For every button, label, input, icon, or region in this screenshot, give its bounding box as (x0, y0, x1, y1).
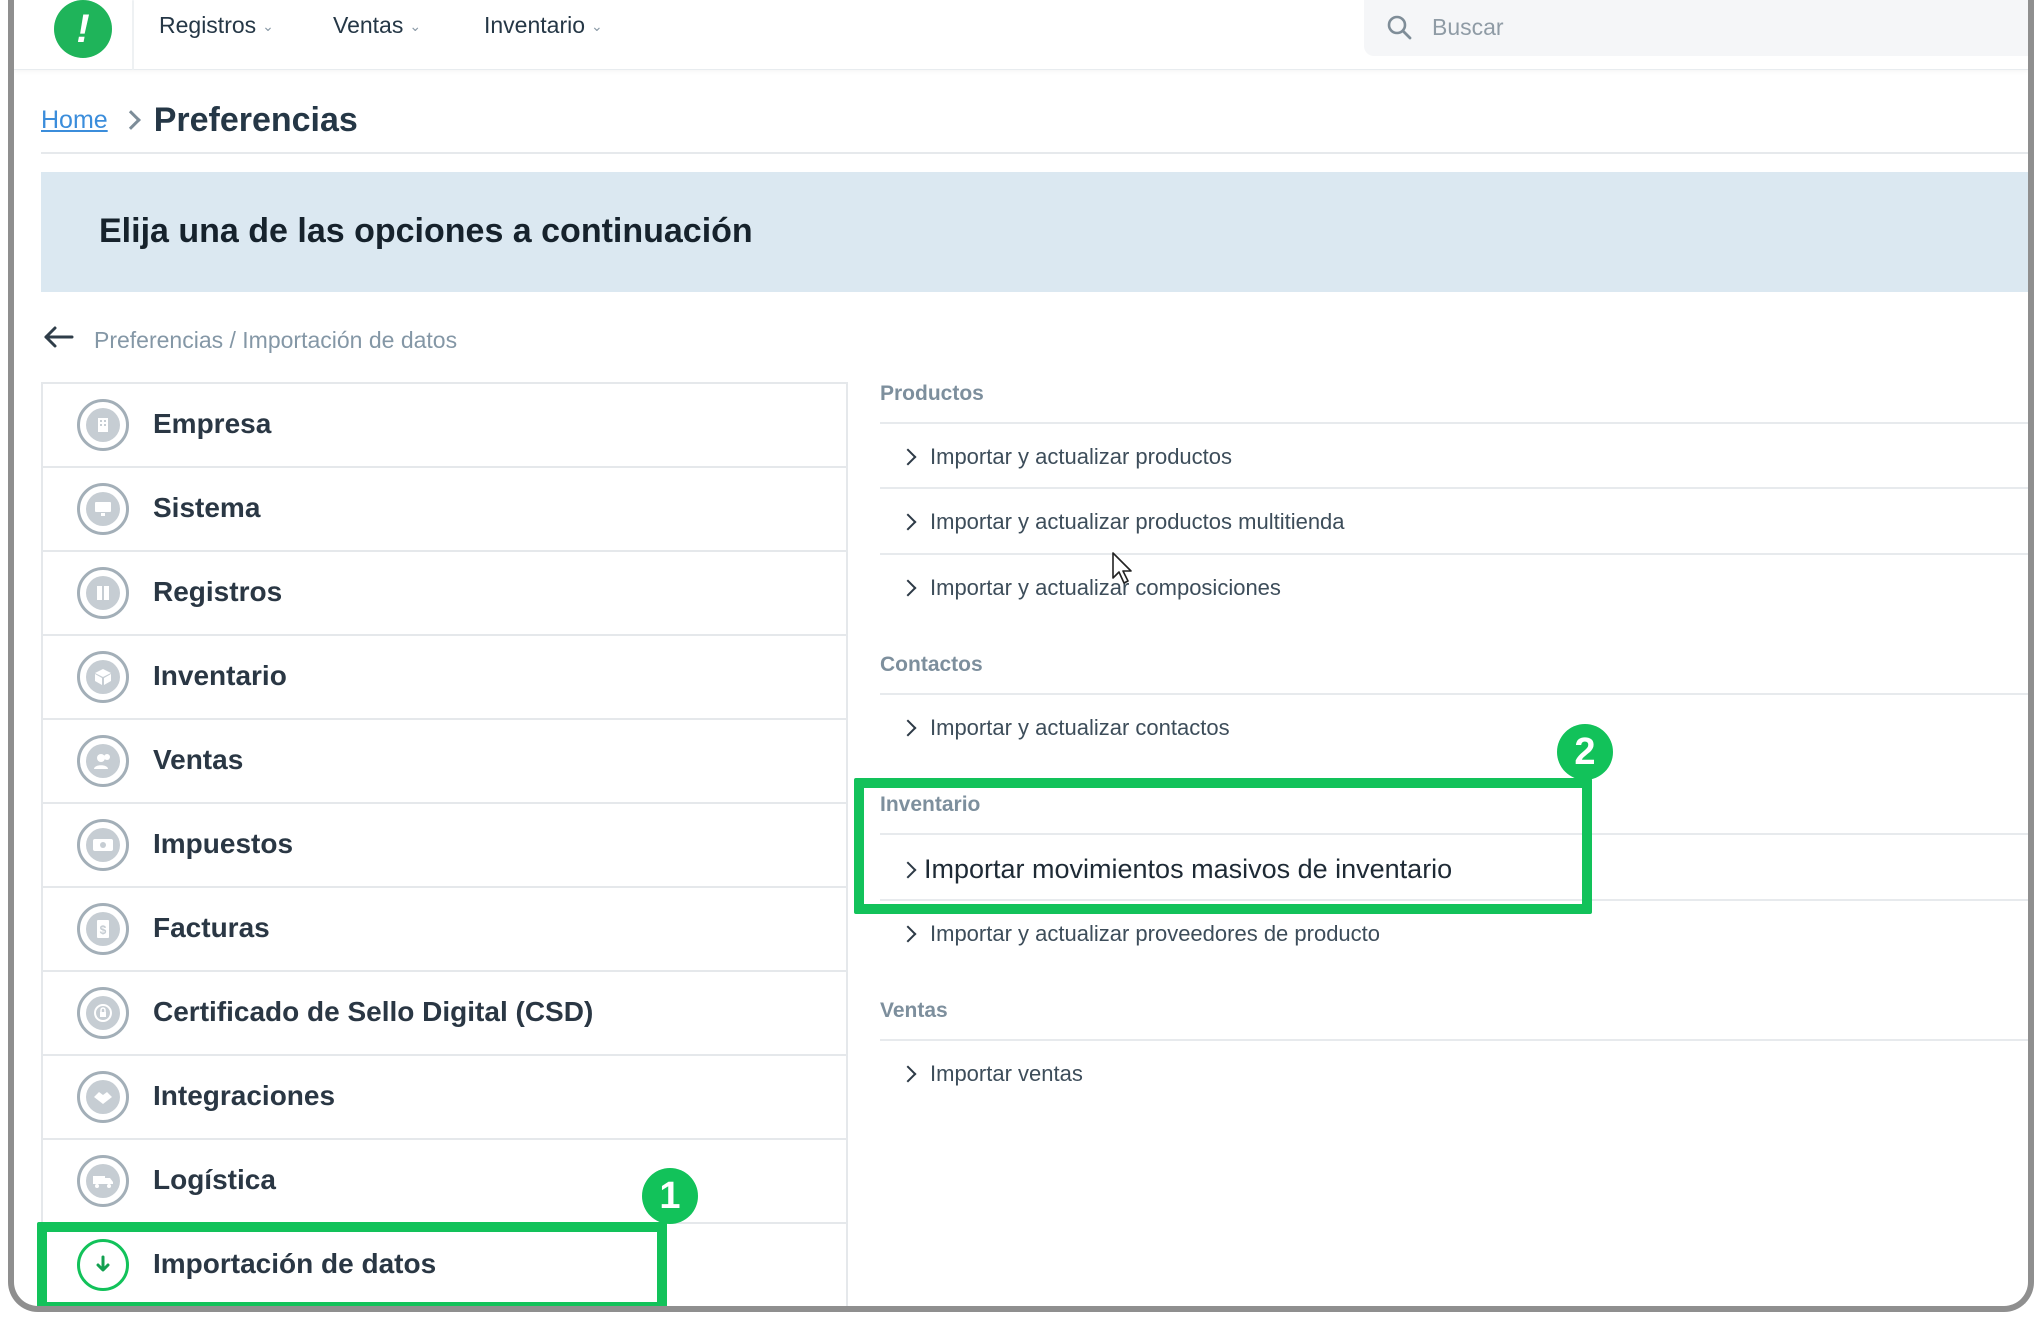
section-title-ventas: Ventas (880, 999, 948, 1022)
menu-item-label: Empresa (153, 408, 272, 439)
menu-item-impuestos[interactable]: Impuestos (43, 804, 846, 888)
menu-item-label: Sistema (153, 492, 261, 523)
money-icon (77, 819, 129, 871)
lock-icon (77, 987, 129, 1039)
nav-ventas-label: Ventas (333, 12, 404, 38)
menu-item-label: Impuestos (153, 828, 294, 859)
chevron-down-icon: ⌄ (591, 18, 603, 34)
option-importar-ventas[interactable]: Importar ventas (899, 1061, 1083, 1087)
menu-item-label: Certificado de Sello Digital (CSD) (153, 996, 594, 1027)
option-label: Importar y actualizar proveedores de pro… (930, 921, 1381, 946)
preferences-menu: Empresa Sistema Registros Inventario Ven… (41, 382, 848, 1306)
step-badge-1: 1 (642, 1168, 698, 1224)
chevron-right-icon (899, 719, 917, 737)
menu-item-logistica[interactable]: Logística (43, 1140, 846, 1224)
option-importar-productos-multitienda[interactable]: Importar y actualizar productos multitie… (899, 509, 1345, 535)
banner-title: Elija una de las opciones a continuación (99, 212, 753, 250)
back-arrow-icon[interactable] (42, 322, 78, 352)
top-navbar: ! Registros ⌄ Ventas ⌄ Inventario ⌄ (14, 0, 2028, 70)
app-window: ! Registros ⌄ Ventas ⌄ Inventario ⌄ Home… (8, 0, 2034, 1312)
chevron-right-icon (899, 448, 917, 466)
nav-registros-label: Registros (159, 12, 257, 38)
menu-item-integraciones[interactable]: Integraciones (43, 1056, 846, 1140)
building-icon (77, 399, 129, 451)
menu-item-label: Ventas (153, 744, 244, 775)
chevron-right-icon (899, 1065, 917, 1083)
chevron-right-icon (899, 513, 917, 531)
menu-item-label: Integraciones (153, 1080, 336, 1111)
handshake-icon (77, 1071, 129, 1123)
chevron-down-icon: ⌄ (262, 18, 274, 34)
breadcrumb-home-link[interactable]: Home (41, 106, 108, 135)
invoice-icon: $ (77, 903, 129, 955)
highlight-box-step-1 (37, 1222, 667, 1306)
option-importar-productos[interactable]: Importar y actualizar productos (899, 444, 1233, 470)
divider (880, 422, 2028, 424)
menu-item-ventas[interactable]: Ventas (43, 720, 846, 804)
chevron-right-icon (120, 110, 141, 130)
breadcrumb: Home Preferencias (41, 100, 358, 140)
book-icon (77, 567, 129, 619)
svg-text:$: $ (100, 923, 107, 937)
menu-item-certificado-csd[interactable]: Certificado de Sello Digital (CSD) (43, 972, 846, 1056)
divider (880, 487, 2028, 489)
section-path: Preferencias / Importación de datos (94, 327, 458, 353)
info-banner: Elija una de las opciones a continuación (41, 172, 2028, 292)
truck-icon (77, 1155, 129, 1207)
box-icon (77, 651, 129, 703)
nav-registros[interactable]: Registros ⌄ (159, 12, 274, 39)
option-importar-contactos[interactable]: Importar y actualizar contactos (899, 715, 1230, 741)
menu-item-label: Registros (153, 576, 283, 607)
search-box[interactable] (1364, 0, 2028, 56)
option-importar-composiciones[interactable]: Importar y actualizar composiciones (899, 575, 1281, 601)
monitor-icon (77, 483, 129, 535)
option-label: Importar y actualizar productos (930, 444, 1233, 469)
search-input[interactable] (1432, 10, 1832, 44)
divider (880, 1039, 2028, 1041)
nav-ventas[interactable]: Ventas ⌄ (333, 12, 421, 39)
option-importar-proveedores-producto[interactable]: Importar y actualizar proveedores de pro… (899, 921, 1381, 947)
menu-item-empresa[interactable]: Empresa (43, 384, 846, 468)
menu-item-sistema[interactable]: Sistema (43, 468, 846, 552)
users-icon (77, 735, 129, 787)
menu-item-label: Inventario (153, 660, 287, 691)
divider (41, 152, 2028, 154)
divider (880, 553, 2028, 555)
highlight-box-step-2 (854, 778, 1592, 914)
chevron-right-icon (899, 579, 917, 597)
option-label: Importar y actualizar composiciones (930, 575, 1281, 600)
search-icon (1387, 15, 1412, 40)
section-title-contactos: Contactos (880, 653, 983, 676)
mouse-cursor-icon (1112, 552, 1132, 584)
nav-inventario[interactable]: Inventario ⌄ (484, 12, 603, 39)
section-title-productos: Productos (880, 382, 984, 405)
app-logo[interactable]: ! (54, 0, 112, 58)
menu-item-registros[interactable]: Registros (43, 552, 846, 636)
menu-item-label: Logística (153, 1164, 276, 1195)
nav-inventario-label: Inventario (484, 12, 586, 38)
option-label: Importar ventas (930, 1061, 1083, 1086)
divider (880, 693, 2028, 695)
page-title: Preferencias (153, 100, 358, 139)
menu-item-label: Facturas (153, 912, 270, 943)
menu-item-facturas[interactable]: $ Facturas (43, 888, 846, 972)
step-badge-2: 2 (1557, 724, 1613, 780)
logo-glyph: ! (76, 6, 90, 51)
menu-item-inventario[interactable]: Inventario (43, 636, 846, 720)
logo-divider (132, 0, 134, 70)
option-label: Importar y actualizar productos multitie… (930, 509, 1345, 534)
chevron-down-icon: ⌄ (409, 18, 422, 34)
option-label: Importar y actualizar contactos (930, 715, 1230, 740)
chevron-right-icon (899, 925, 917, 943)
